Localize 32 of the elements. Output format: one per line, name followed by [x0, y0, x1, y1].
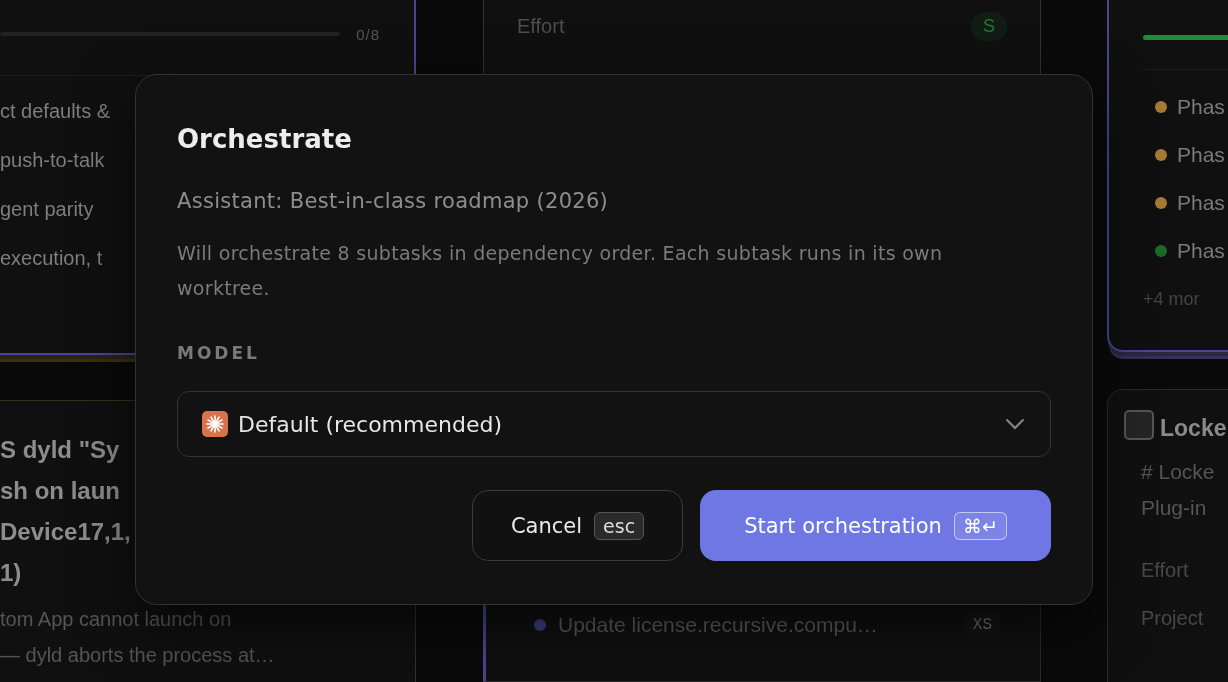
start-button[interactable]: Start orchestration ⌘↵ [700, 490, 1051, 561]
shortcut-key: esc [594, 511, 645, 540]
field-badge: S [971, 11, 1007, 41]
model-select[interactable]: Default (recommended) [177, 391, 1051, 457]
cancel-button[interactable]: Cancel esc [472, 490, 683, 561]
card-description: — dyld aborts the process at… [0, 643, 276, 668]
subtask-text: push-to-talk [0, 148, 105, 173]
dialog-description: Will orchestrate 8 subtasks in dependency order. Each subtask runs in its own worktree. [177, 241, 944, 301]
card-title: Device17,1, [0, 517, 131, 547]
phase-text: Phas [1177, 95, 1225, 119]
card-title: Locke [1160, 414, 1227, 443]
shortcut-key: ⌘↵ [953, 511, 1007, 540]
card-description: Plug-in [1141, 495, 1208, 521]
progress-count: 0/8 [356, 25, 380, 43]
subtask-text: ct defaults & [0, 99, 111, 124]
dialog-subtitle: Assistant: Best-in-class roadmap (2026) [177, 188, 610, 215]
subtask-text: Update license.recursive.compu… [558, 613, 879, 637]
phase-text: Phas [1177, 191, 1225, 215]
field-label: Effort [517, 14, 565, 38]
phase-text: Phas [1177, 239, 1225, 263]
card-title: 1) [0, 558, 22, 588]
card-title: S dyld "Sy [0, 435, 120, 465]
model-label: MODEL [177, 342, 261, 365]
subtask-text: gent parity [0, 197, 94, 222]
card-description: # Locke [1141, 459, 1216, 485]
field-label: Project [1141, 606, 1205, 631]
field-label: Effort [1141, 558, 1190, 583]
subtask-text: execution, t [0, 246, 103, 271]
dialog-title: Orchestrate [177, 123, 353, 156]
phase-text: Phas [1177, 143, 1225, 167]
card-title: sh on laun [0, 476, 120, 506]
size-tag: XS [964, 611, 1000, 639]
